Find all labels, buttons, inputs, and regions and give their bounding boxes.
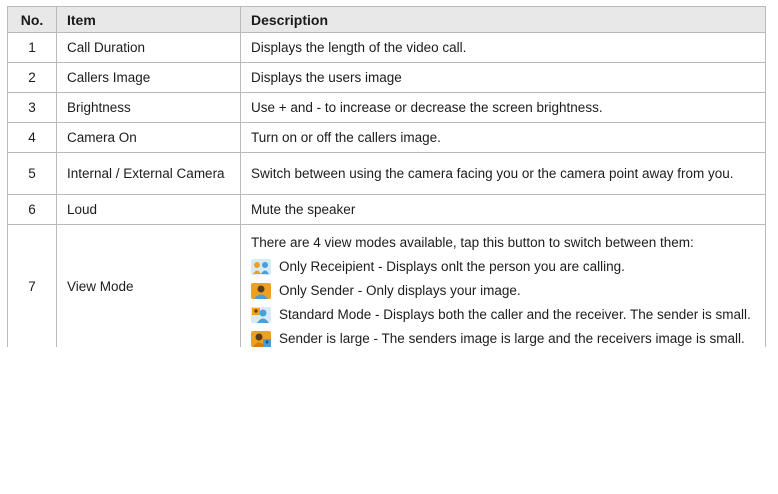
view-modes-intro: There are 4 view modes available, tap th… [251,235,694,250]
row-item: Internal / External Camera [56,152,241,195]
row-item: Loud [56,194,241,225]
row-description: Displays the users image [240,62,766,93]
row-item: Brightness [56,92,241,123]
row-number: 1 [7,32,57,63]
table-row: 6 Loud Mute the speaker [7,194,766,225]
table-row: 1 Call Duration Displays the length of t… [7,32,766,63]
row-item: Callers Image [56,62,241,93]
view-mode-item: Only Sender - Only displays your image. [251,282,755,299]
view-mode-text: Only Sender - Only displays your image. [279,283,521,298]
row-description: Displays the length of the video call. [240,32,766,63]
sender-large-view-icon [251,331,271,347]
row-description: Switch between using the camera facing y… [240,152,766,195]
table-row: 7 View Mode There are 4 view modes avail… [7,224,766,347]
row-number: 5 [7,152,57,195]
view-mode-text: Sender is large - The senders image is l… [279,331,745,346]
row-number: 2 [7,62,57,93]
view-mode-text: Only Receipient - Displays onlt the pers… [279,259,625,274]
header-item: Item [56,6,241,33]
recipient-view-icon [251,259,271,275]
table-row: 3 Brightness Use + and - to increase or … [7,92,766,123]
view-mode-item: Only Receipient - Displays onlt the pers… [251,258,755,275]
table-header-row: No. Item Description [7,6,766,33]
standard-view-icon [251,307,271,323]
header-no: No. [7,6,57,33]
view-mode-item: Standard Mode - Displays both the caller… [251,306,755,323]
row-number: 3 [7,92,57,123]
table-row: 4 Camera On Turn on or off the callers i… [7,122,766,153]
row-item: Camera On [56,122,241,153]
table-row: 5 Internal / External Camera Switch betw… [7,152,766,195]
row-description: Use + and - to increase or decrease the … [240,92,766,123]
table-row: 2 Callers Image Displays the users image [7,62,766,93]
row-number: 4 [7,122,57,153]
view-mode-item: Sender is large - The senders image is l… [251,330,755,347]
row-number: 7 [7,224,57,347]
view-mode-text: Standard Mode - Displays both the caller… [279,307,751,322]
row-description: There are 4 view modes available, tap th… [240,224,766,347]
row-item: Call Duration [56,32,241,63]
header-description: Description [240,6,766,33]
view-modes-table: No. Item Description 1 Call Duration Dis… [7,6,766,347]
row-description: Mute the speaker [240,194,766,225]
row-item: View Mode [56,224,241,347]
sender-view-icon [251,283,271,299]
row-description: Turn on or off the callers image. [240,122,766,153]
row-number: 6 [7,194,57,225]
